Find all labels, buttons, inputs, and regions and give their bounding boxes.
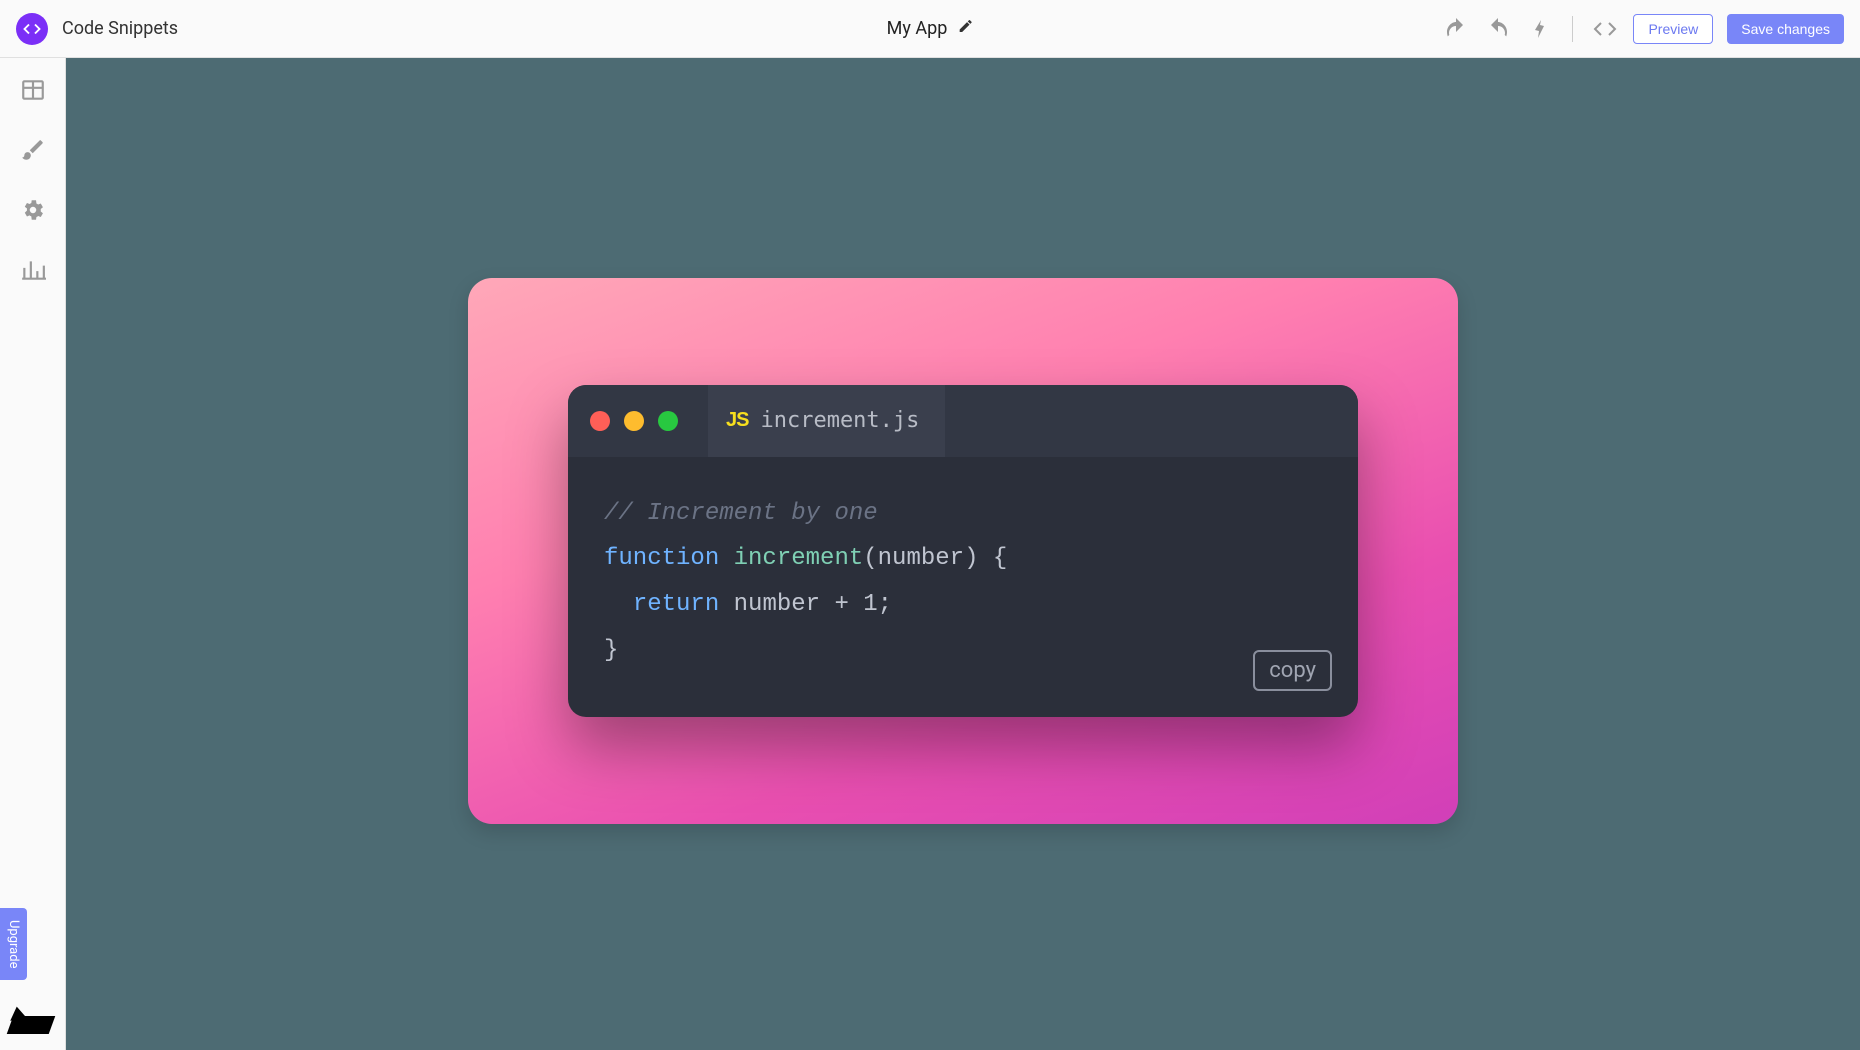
code-window: JS increment.js // Increment by one func… <box>568 385 1358 717</box>
upgrade-button[interactable]: Upgrade <box>0 908 27 980</box>
copy-button[interactable]: copy <box>1253 650 1332 691</box>
code-comment: // Increment by one <box>604 500 878 527</box>
top-bar: Code Snippets My App Preview Save change… <box>0 0 1860 58</box>
build-icon[interactable] <box>1526 15 1554 43</box>
app-name-text: My App <box>887 18 948 39</box>
window-header: JS increment.js <box>568 385 1358 457</box>
minimize-dot-icon[interactable] <box>624 411 644 431</box>
code-keyword-return: return <box>633 591 719 618</box>
page-title: Code Snippets <box>62 18 178 39</box>
brand-mark-icon <box>7 1016 56 1034</box>
undo-icon[interactable] <box>1442 15 1470 43</box>
left-rail: Upgrade <box>0 58 66 1050</box>
traffic-lights <box>590 411 678 431</box>
save-button[interactable]: Save changes <box>1727 14 1844 44</box>
code-semicolon: ; <box>878 591 892 618</box>
analytics-chart-icon[interactable] <box>19 256 47 284</box>
code-brace-open: { <box>978 545 1007 572</box>
code-brace-close: } <box>604 637 618 664</box>
code-function-name: increment <box>734 545 864 572</box>
code-indent <box>604 591 633 618</box>
filename-text: increment.js <box>760 408 919 433</box>
code-number: 1 <box>863 591 877 618</box>
snippet-card: JS increment.js // Increment by one func… <box>468 278 1458 824</box>
code-keyword-function: function <box>604 545 719 572</box>
code-view-icon[interactable] <box>1591 15 1619 43</box>
maximize-dot-icon[interactable] <box>658 411 678 431</box>
divider <box>1572 16 1573 42</box>
close-dot-icon[interactable] <box>590 411 610 431</box>
top-right-actions: Preview Save changes <box>1442 14 1844 44</box>
file-tab[interactable]: JS increment.js <box>708 385 945 457</box>
app-logo-icon[interactable] <box>16 13 48 45</box>
settings-gear-icon[interactable] <box>19 196 47 224</box>
js-file-icon: JS <box>726 409 748 432</box>
code-params: (number) <box>863 545 978 572</box>
app-name-container: My App <box>887 18 974 39</box>
code-body[interactable]: // Increment by one function increment(n… <box>568 457 1358 717</box>
preview-button[interactable]: Preview <box>1633 14 1713 44</box>
body-area: Upgrade JS increment.js // Increment by … <box>0 58 1860 1050</box>
canvas-area[interactable]: JS increment.js // Increment by one func… <box>66 58 1860 1050</box>
code-expression: number + <box>719 591 863 618</box>
redo-icon[interactable] <box>1484 15 1512 43</box>
data-table-icon[interactable] <box>19 76 47 104</box>
edit-app-name-icon[interactable] <box>957 18 973 39</box>
design-brush-icon[interactable] <box>19 136 47 164</box>
